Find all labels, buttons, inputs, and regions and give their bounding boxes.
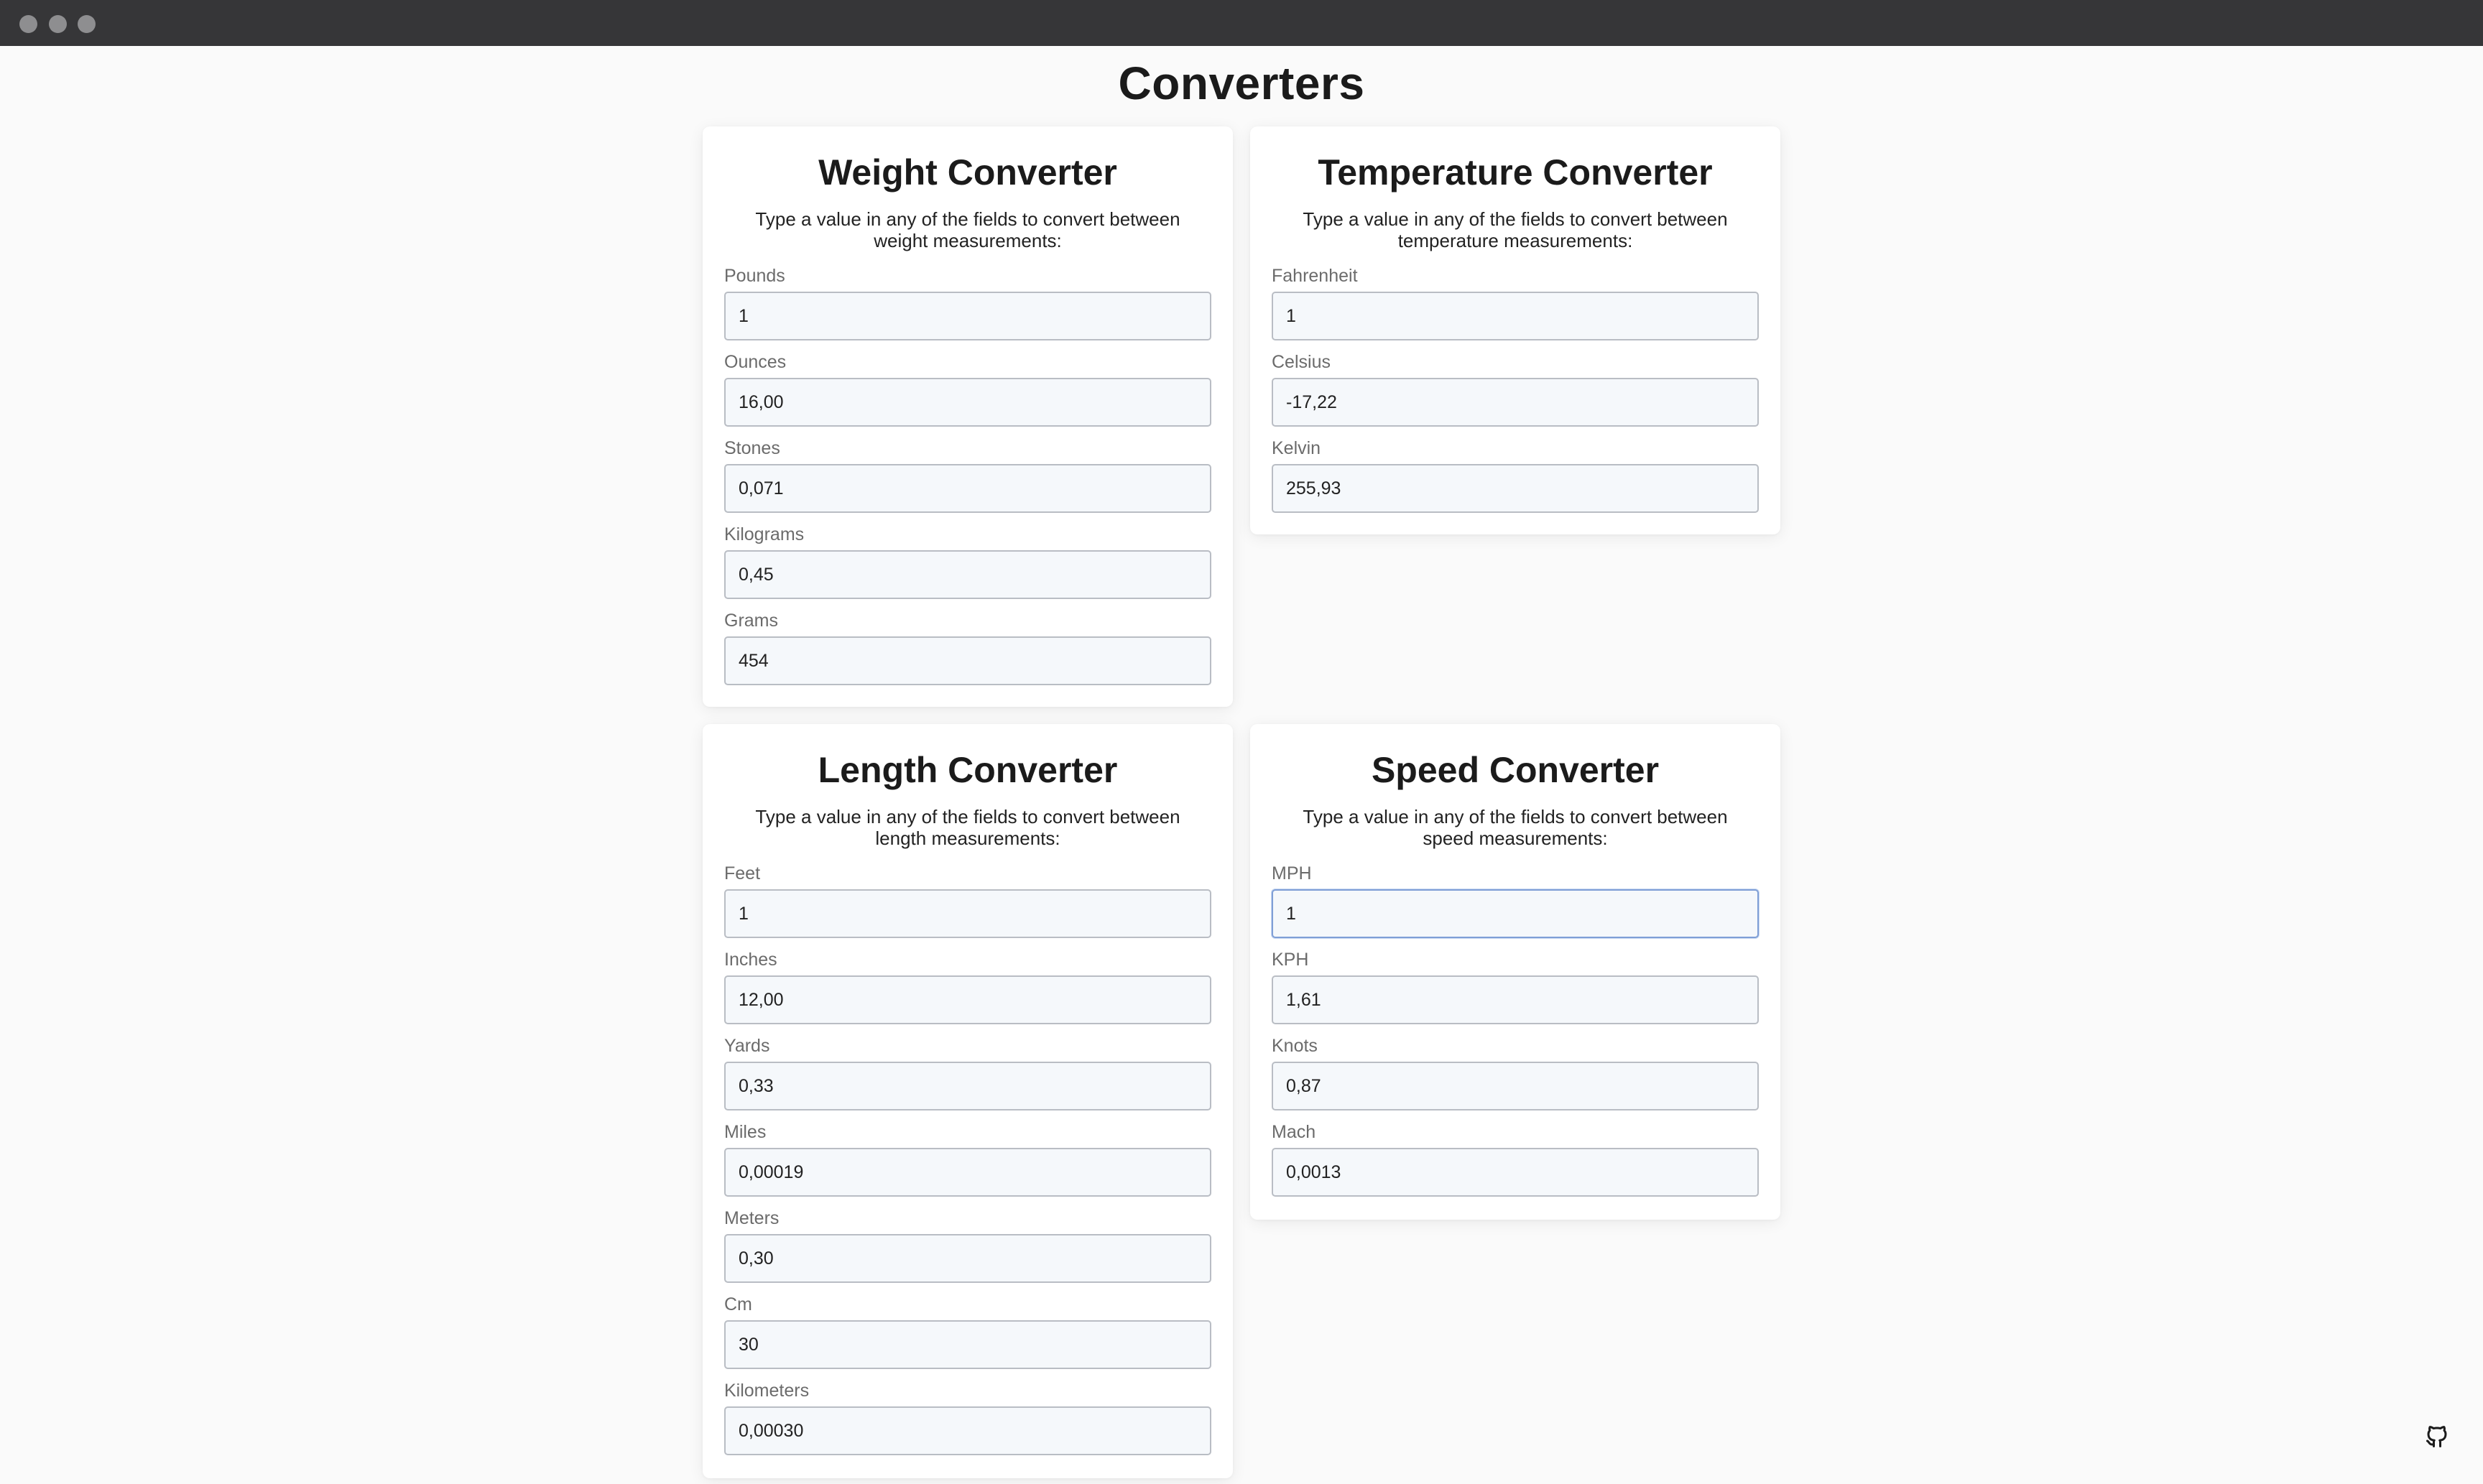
field-kelvin: Kelvin	[1272, 435, 1759, 521]
mph-input[interactable]	[1272, 889, 1759, 938]
field-label: Fahrenheit	[1272, 266, 1358, 286]
page-title: Converters	[1118, 57, 1365, 109]
field-feet: Feet	[724, 861, 1211, 947]
window-minimize-button[interactable]	[49, 15, 67, 33]
grams-input[interactable]	[724, 636, 1211, 685]
field-label: Stones	[724, 438, 780, 458]
field-label: Celsius	[1272, 352, 1331, 372]
kilograms-input[interactable]	[724, 550, 1211, 599]
field-inches: Inches	[724, 947, 1211, 1033]
window-titlebar	[0, 0, 2483, 46]
pounds-input[interactable]	[724, 292, 1211, 340]
cm-input[interactable]	[724, 1320, 1211, 1369]
card-description: Type a value in any of the fields to con…	[1303, 208, 1728, 251]
temperature-converter-card: Temperature Converter Type a value in an…	[1250, 126, 1780, 534]
card-description: Type a value in any of the fields to con…	[1303, 806, 1728, 849]
field-meters: Meters	[724, 1205, 1211, 1291]
field-label: Grams	[724, 611, 778, 631]
meters-input[interactable]	[724, 1234, 1211, 1283]
card-title: Speed Converter	[1371, 750, 1660, 790]
kelvin-input[interactable]	[1272, 464, 1759, 513]
yards-input[interactable]	[724, 1062, 1211, 1110]
speed-converter-card: Speed Converter Type a value in any of t…	[1250, 724, 1780, 1220]
field-pounds: Pounds	[724, 263, 1211, 349]
celsius-input[interactable]	[1272, 378, 1759, 427]
kph-input[interactable]	[1272, 975, 1759, 1024]
kilometers-input[interactable]	[724, 1406, 1211, 1455]
field-stones: Stones	[724, 435, 1211, 521]
knots-input[interactable]	[1272, 1062, 1759, 1110]
window-close-button[interactable]	[19, 15, 37, 33]
inches-input[interactable]	[724, 975, 1211, 1024]
fahrenheit-input[interactable]	[1272, 292, 1759, 340]
field-miles: Miles	[724, 1119, 1211, 1205]
length-converter-card: Length Converter Type a value in any of …	[703, 724, 1233, 1478]
field-ounces: Ounces	[724, 349, 1211, 435]
field-label: Yards	[724, 1036, 770, 1056]
mach-input[interactable]	[1272, 1148, 1759, 1197]
field-celsius: Celsius	[1272, 349, 1759, 435]
feet-input[interactable]	[724, 889, 1211, 938]
field-label: Pounds	[724, 266, 785, 286]
stones-input[interactable]	[724, 464, 1211, 513]
field-label: Ounces	[724, 352, 787, 372]
field-label: KPH	[1272, 950, 1309, 970]
field-label: Meters	[724, 1208, 780, 1228]
miles-input[interactable]	[724, 1148, 1211, 1197]
field-label: Mach	[1272, 1122, 1316, 1142]
field-label: Miles	[724, 1122, 767, 1142]
field-label: Kelvin	[1272, 438, 1321, 458]
field-yards: Yards	[724, 1033, 1211, 1119]
field-cm: Cm	[724, 1291, 1211, 1378]
card-title: Weight Converter	[818, 152, 1117, 193]
field-label: Feet	[724, 863, 761, 884]
field-kilograms: Kilograms	[724, 521, 1211, 608]
card-title: Temperature Converter	[1318, 152, 1713, 193]
field-grams: Grams	[724, 608, 1211, 694]
field-label: Knots	[1272, 1036, 1318, 1056]
field-label: MPH	[1272, 863, 1312, 884]
field-label: Kilograms	[724, 524, 805, 544]
window-zoom-button[interactable]	[78, 15, 96, 33]
field-knots: Knots	[1272, 1033, 1759, 1119]
field-mph: MPH	[1272, 861, 1759, 947]
github-icon[interactable]	[2424, 1424, 2450, 1450]
field-label: Cm	[724, 1294, 752, 1314]
ounces-input[interactable]	[724, 378, 1211, 427]
weight-converter-card: Weight Converter Type a value in any of …	[703, 126, 1233, 707]
card-description: Type a value in any of the fields to con…	[755, 208, 1180, 251]
field-mach: Mach	[1272, 1119, 1759, 1205]
field-fahrenheit: Fahrenheit	[1272, 263, 1759, 349]
field-kph: KPH	[1272, 947, 1759, 1033]
card-description: Type a value in any of the fields to con…	[755, 806, 1180, 849]
field-label: Inches	[724, 950, 777, 970]
card-title: Length Converter	[818, 750, 1118, 790]
field-label: Kilometers	[724, 1381, 810, 1401]
field-kilometers: Kilometers	[724, 1378, 1211, 1464]
